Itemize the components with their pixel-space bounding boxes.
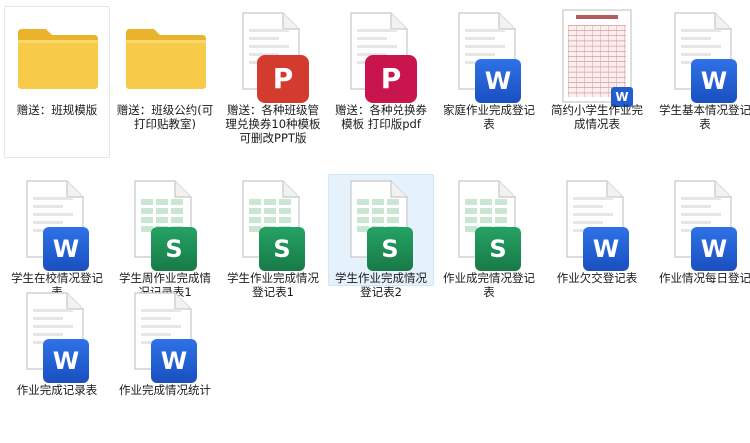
file-item[interactable]: S 学生作业完成情况登记表2 [328, 174, 435, 299]
spreadsheet-icon: S [259, 227, 305, 271]
file-name: 学生作业完成情况登记表1 [227, 271, 319, 299]
file-thumbnail: W [653, 175, 750, 271]
file-item[interactable]: W 简约小学生作业完成情况表 [544, 6, 650, 158]
file-thumbnail: S [437, 175, 543, 271]
file-item[interactable]: 赠送：班级公约(可打印贴教室) [112, 6, 218, 158]
word-icon: W [475, 59, 521, 103]
file-item[interactable]: P 赠送：各种兑换券模板 打印版pdf [328, 6, 434, 158]
file-thumbnail: W [5, 287, 111, 383]
presentation-icon: P [257, 55, 309, 103]
file-name: 学生作业完成情况登记表2 [335, 271, 427, 299]
file-item[interactable]: W 作业情况每日登记 [652, 174, 750, 286]
file-name: 赠送：各种兑换券模板 打印版pdf [335, 103, 427, 131]
file-thumbnail: P [329, 7, 435, 103]
file-item[interactable]: W 作业欠交登记表 [544, 174, 650, 286]
file-thumbnail [5, 7, 111, 103]
file-thumbnail: W [5, 175, 111, 271]
word-icon: W [691, 59, 737, 103]
file-item[interactable]: 赠送：班规模版 [4, 6, 110, 158]
file-name: 简约小学生作业完成情况表 [551, 103, 643, 131]
file-item[interactable]: W 学生基本情况登记表 [652, 6, 750, 158]
file-name: 赠送：各种班级管理兑换券10种模板 可删改PPT版 [225, 103, 321, 145]
file-thumbnail [113, 7, 219, 103]
file-thumbnail: W [437, 7, 543, 103]
file-grid: 赠送：班规模版 赠送：班级公约(可打印贴教室) P 赠送：各种班级管理兑换券10种… [0, 0, 750, 443]
file-item[interactable]: W 家庭作业完成登记表 [436, 6, 542, 158]
file-item[interactable]: S 学生周作业完成情况记录表1 [112, 174, 219, 299]
file-item[interactable]: S 学生作业完成情况登记表1 [220, 174, 327, 299]
file-name: 赠送：班级公约(可打印贴教室) [116, 103, 214, 131]
file-item[interactable]: W 作业完成情况统计 [112, 286, 218, 438]
word-icon: W [583, 227, 629, 271]
file-thumbnail: W [113, 287, 219, 383]
spreadsheet-icon: S [151, 227, 197, 271]
folder-icon [18, 29, 98, 89]
file-name: 作业欠交登记表 [556, 271, 638, 285]
word-icon: W [43, 339, 89, 383]
file-name: 家庭作业完成登记表 [443, 103, 535, 131]
file-name: 作业成完情况登记表 [443, 271, 535, 299]
file-thumbnail: W [653, 7, 750, 103]
file-thumbnail: P [221, 7, 327, 103]
file-name: 作业完成记录表 [16, 383, 98, 397]
folder-icon [126, 29, 206, 89]
file-name: 学生基本情况登记表 [659, 103, 750, 131]
spreadsheet-icon: S [475, 227, 521, 271]
word-icon: W [151, 339, 197, 383]
file-thumbnail: S [113, 175, 219, 271]
spreadsheet-icon: S [367, 227, 413, 271]
word-icon: W [691, 227, 737, 271]
file-item[interactable]: S 作业成完情况登记表 [436, 174, 543, 299]
file-name: 赠送：班规模版 [16, 103, 98, 117]
file-item[interactable]: W 作业完成记录表 [4, 286, 110, 438]
file-thumbnail: W [545, 7, 651, 107]
file-item[interactable]: P 赠送：各种班级管理兑换券10种模板 可删改PPT版 [220, 6, 326, 158]
file-name: 作业完成情况统计 [119, 383, 211, 397]
file-thumbnail: S [329, 175, 435, 271]
word-icon: W [43, 227, 89, 271]
file-thumbnail: S [221, 175, 327, 271]
pdf-icon: P [365, 55, 417, 103]
file-item[interactable]: W 学生在校情况登记表 [4, 174, 111, 299]
file-thumbnail: W [545, 175, 651, 271]
file-name: 作业情况每日登记 [659, 271, 750, 285]
